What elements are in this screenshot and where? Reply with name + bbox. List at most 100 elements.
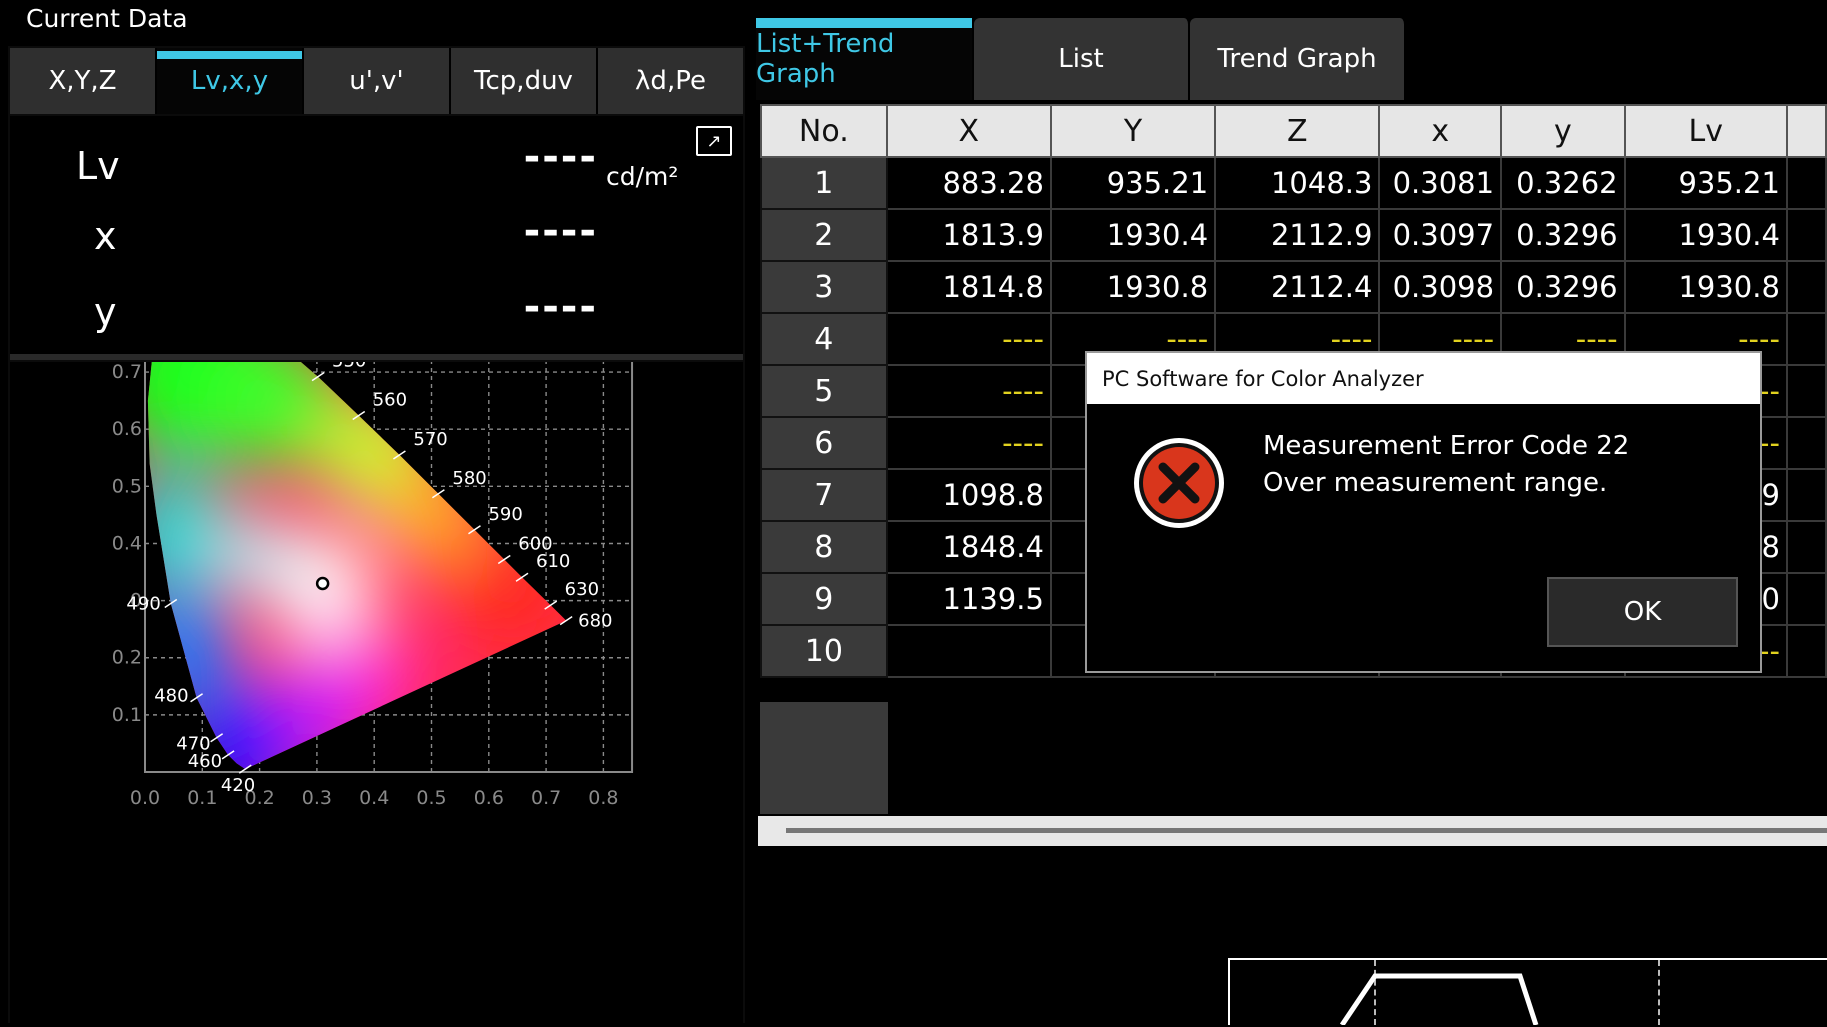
table-cell-overflow [1785,520,1827,574]
dialog-titlebar[interactable]: PC Software for Color Analyzer [1087,353,1760,404]
wavelength-label: 630 [565,579,599,600]
wavelength-label: 490 [126,593,160,614]
x-label: x [94,214,117,258]
table-header-row: No. X Y Z x y Lv [760,104,1827,158]
table-cell: 1930.4 [1623,208,1788,262]
y-tick-label: 0.6 [112,418,142,440]
table-cell: 1139.5 [885,572,1052,626]
tab-list-trend-graph-label: List+Trend Graph [756,29,895,89]
x-tick-label: 0.4 [359,787,389,809]
x-tick-label: 0.1 [187,787,217,809]
trend-line [1339,973,1539,1025]
y-tick-label: 0.4 [112,532,142,554]
table-cell: ---- [885,364,1052,418]
wavelength-label: 470 [176,734,210,755]
table-cell [885,624,1052,678]
header-no[interactable]: No. [760,104,888,158]
tab-lambda-pe[interactable]: λd,Pe [598,48,743,114]
x-tick-label: 0.8 [588,787,618,809]
wavelength-label: 480 [154,686,188,707]
table-cell: 1098.8 [885,468,1052,522]
y-label: y [94,290,117,334]
x-tick-label: 0.5 [416,787,446,809]
tab-lv-x-y-label: Lv,x,y [190,66,269,96]
x-tick-label: 0.0 [130,787,160,809]
lv-unit: cd/m² [606,162,679,191]
tab-list[interactable]: List [974,18,1190,100]
wavelength-label: 590 [488,504,522,525]
table-row[interactable]: 2 1813.9 1930.4 2112.9 0.3097 0.3296 1930.4 [760,208,1827,262]
tab-trend-graph-label: Trend Graph [1217,44,1377,74]
table-cell-overflow [1785,572,1827,626]
dialog-message-line2: Over measurement range. [1263,468,1608,498]
lv-value: ---- [523,134,598,180]
ok-button[interactable]: OK [1547,577,1738,647]
row-number-cell: 5 [760,364,888,418]
header-lv[interactable]: Lv [1623,104,1788,158]
header-y-upper[interactable]: Y [1049,104,1217,158]
table-row[interactable]: 1 883.28 935.21 1048.3 0.3081 0.3262 935.21 [760,156,1827,210]
table-cell-overflow [1785,156,1827,210]
table-cell: 1814.8 [885,260,1052,314]
x-value: ---- [523,208,598,254]
tab-trend-graph[interactable]: Trend Graph [1190,18,1406,100]
table-cell: 1048.3 [1214,156,1381,210]
tab-tcp-duv[interactable]: Tcp,duv [451,48,598,114]
x-tick-label: 0.7 [531,787,561,809]
table-cell-overflow [1785,468,1827,522]
tab-list-label: List [1058,44,1104,74]
wavelength-label: 570 [413,429,447,450]
header-x-lower[interactable]: x [1378,104,1503,158]
panel-divider [10,354,743,360]
table-cell: 0.3296 [1500,208,1626,262]
wavelength-label: 420 [221,775,255,796]
row-number-cell: 10 [760,624,888,678]
chromaticity-chart-svg: 0.0 0.1 0.2 0.3 0.4 0.5 0.6 0.7 0.80.10.200.40.5… [109,265,634,809]
wavelength-label: 610 [536,551,570,572]
table-cell-overflow [1785,208,1827,262]
table-cell: 935.21 [1623,156,1788,210]
table-cell: ---- [885,312,1052,366]
y-tick-label: 0.7 [112,362,142,383]
header-z-upper[interactable]: Z [1214,104,1381,158]
tab-xyz[interactable]: X,Y,Z [10,48,157,114]
y-tick-label: 0.1 [112,704,142,726]
table-cell: ---- [885,416,1052,470]
table-cell-overflow [1785,416,1827,470]
table-cell: 0.3262 [1500,156,1626,210]
table-cell: 1930.4 [1049,208,1217,262]
dialog-message: Measurement Error Code 22 Over measureme… [1263,428,1629,502]
measurement-readout: Lv ---- cd/m² ↗ x ---- y ---- [10,116,743,356]
y-tick-label: 0.5 [112,475,142,497]
chromaticity-diagram: 0.0 0.1 0.2 0.3 0.4 0.5 0.6 0.7 0.8 0.1 0.2 0 0.4 0.5… [10,265,743,1023]
dialog-title: PC Software for Color Analyzer [1102,366,1424,391]
wavelength-label: 580 [452,468,486,489]
row-number-cell: 2 [760,208,888,262]
row-number-cell: 6 [760,416,888,470]
measured-points [315,576,330,591]
current-data-tabs: X,Y,Z Lv,x,y u',v' Tcp,duv λd,Pe [10,48,743,114]
expand-icon[interactable]: ↗ [696,126,732,156]
row-number-cell: 8 [760,520,888,574]
table-cell: 0.3098 [1378,260,1503,314]
table-cell-overflow [1785,260,1827,314]
error-dialog: PC Software for Color Analyzer Measureme… [1085,351,1762,673]
trend-graph [1228,958,1827,1025]
row-number-cell: 1 [760,156,888,210]
tab-u-v[interactable]: u',v' [304,48,451,114]
table-cell: 1848.4 [885,520,1052,574]
view-tabs: List+Trend Graph List Trend Graph [756,18,1406,100]
header-y-lower[interactable]: y [1500,104,1626,158]
horizontal-scrollbar[interactable] [758,816,1827,846]
table-row[interactable]: 3 1814.8 1930.8 2112.4 0.3098 0.3296 1930.8 [760,260,1827,314]
spectral-locus-fill [147,295,567,770]
scrollbar-thumb[interactable] [786,828,1827,833]
table-cell: 2112.4 [1214,260,1381,314]
tab-list-trend-graph[interactable]: List+Trend Graph [756,18,974,100]
header-x-upper[interactable]: X [885,104,1052,158]
table-cell: 0.3097 [1378,208,1503,262]
tab-lv-x-y[interactable]: Lv,x,y [157,48,304,114]
table-cell: 1930.8 [1049,260,1217,314]
x-tick-label: 0.3 [302,787,332,809]
row-number-cell: 3 [760,260,888,314]
